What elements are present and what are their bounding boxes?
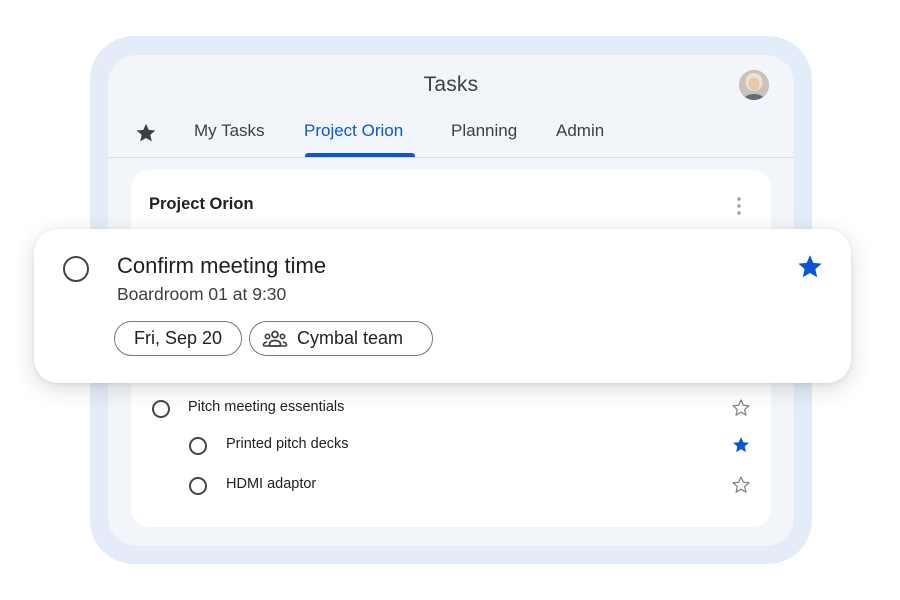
focused-task-checkbox[interactable] [63, 256, 89, 282]
active-tab-indicator [305, 153, 415, 157]
subtask-checkbox[interactable] [189, 437, 207, 455]
task-checkbox[interactable] [152, 400, 170, 418]
due-date-label: Fri, Sep 20 [133, 328, 223, 348]
tab-planning[interactable]: Planning [451, 121, 517, 141]
tab-admin[interactable]: Admin [556, 121, 604, 141]
user-avatar[interactable] [739, 70, 769, 100]
focused-task-card[interactable]: Confirm meeting time Boardroom 01 at 9:3… [34, 229, 851, 383]
tab-my-tasks[interactable]: My Tasks [194, 121, 265, 141]
tab-bar: My Tasks Project Orion Planning Admin [108, 111, 794, 158]
task-row-hdmi-adaptor: HDMI adaptor [131, 472, 771, 500]
subtask-label: Printed pitch decks [226, 436, 349, 452]
focused-task-details: Boardroom 01 at 9:30 [117, 284, 287, 304]
task-row-printed-pitch-decks: Printed pitch decks [131, 432, 771, 460]
star-filled-icon[interactable] [730, 434, 752, 456]
star-outline-icon[interactable] [730, 397, 752, 419]
star-outline-icon[interactable] [730, 474, 752, 496]
subtask-label: HDMI adaptor [226, 476, 317, 492]
team-label: Cymbal team [297, 328, 404, 348]
screen: Tasks My Tasks Project Orion Planning Ad… [0, 0, 900, 600]
more-vert-icon[interactable] [729, 195, 749, 217]
tab-project-orion[interactable]: Project Orion [304, 121, 403, 141]
star-filled-icon[interactable] [795, 252, 825, 282]
assignee-team-chip[interactable]: Cymbal team [249, 321, 433, 356]
subtask-checkbox[interactable] [189, 477, 207, 495]
task-label: Pitch meeting essentials [188, 399, 345, 415]
due-date-chip[interactable]: Fri, Sep 20 [114, 321, 242, 356]
app-title: Tasks [423, 73, 479, 96]
starred-tab-star-icon[interactable] [134, 121, 158, 145]
focused-task-title: Confirm meeting time [117, 253, 327, 278]
task-row-pitch-meeting-essentials: Pitch meeting essentials [131, 395, 771, 423]
group-icon [262, 329, 288, 349]
list-title: Project Orion [149, 195, 254, 213]
